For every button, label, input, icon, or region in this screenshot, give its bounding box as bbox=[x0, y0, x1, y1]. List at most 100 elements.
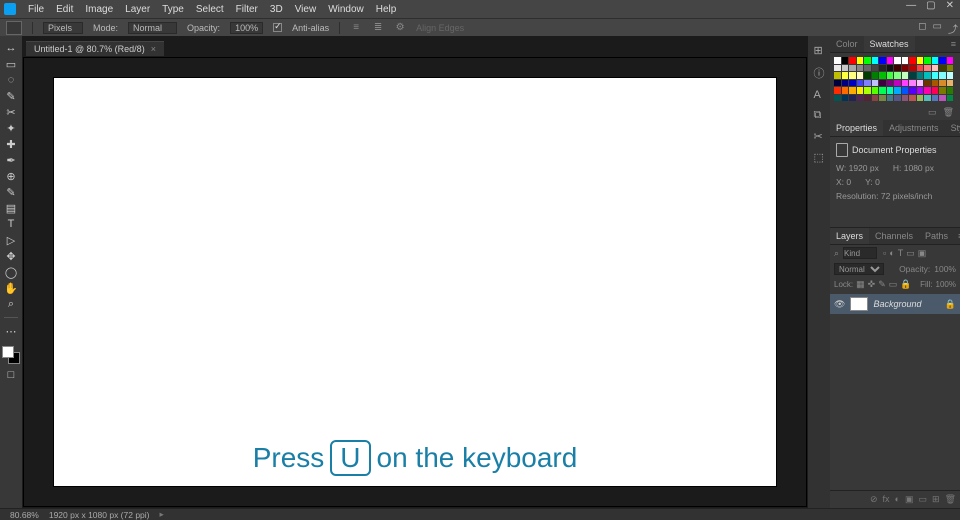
swatch[interactable] bbox=[924, 80, 931, 87]
swatch[interactable] bbox=[947, 80, 954, 87]
swatch[interactable] bbox=[879, 57, 886, 64]
maximize-button[interactable]: ▢ bbox=[926, 0, 935, 11]
swatch[interactable] bbox=[857, 65, 864, 72]
layer-foot-5[interactable]: ⊞ bbox=[932, 494, 940, 505]
swatch[interactable] bbox=[879, 72, 886, 79]
swatch[interactable] bbox=[857, 72, 864, 79]
search-icon[interactable]: ◻ bbox=[918, 21, 926, 36]
panel-icon-1[interactable]: ⓘ bbox=[814, 65, 825, 81]
layer-thumbnail[interactable] bbox=[850, 297, 868, 311]
swatch[interactable] bbox=[887, 65, 894, 72]
swatch[interactable] bbox=[917, 72, 924, 79]
menu-image[interactable]: Image bbox=[79, 4, 119, 15]
antialias-checkbox[interactable] bbox=[273, 23, 282, 32]
canvas[interactable] bbox=[54, 78, 776, 486]
swatch[interactable] bbox=[842, 65, 849, 72]
swatch[interactable] bbox=[842, 87, 849, 94]
swatch[interactable] bbox=[834, 87, 841, 94]
swatch[interactable] bbox=[939, 80, 946, 87]
layer-foot-1[interactable]: fx bbox=[883, 494, 890, 505]
swatch[interactable] bbox=[857, 57, 864, 64]
swatch[interactable] bbox=[834, 80, 841, 87]
swatch[interactable] bbox=[864, 57, 871, 64]
swatch[interactable] bbox=[849, 57, 856, 64]
swatch[interactable] bbox=[947, 95, 954, 102]
close-button[interactable]: ✕ bbox=[946, 0, 954, 11]
swatch[interactable] bbox=[872, 57, 879, 64]
tab-color[interactable]: Color bbox=[830, 36, 864, 52]
filter-smart-icon[interactable]: ▣ bbox=[918, 248, 927, 259]
tab-channels[interactable]: Channels bbox=[869, 228, 919, 244]
swatch[interactable] bbox=[879, 80, 886, 87]
swatch[interactable] bbox=[894, 95, 901, 102]
tool-11[interactable]: T bbox=[3, 216, 19, 232]
panel-icon-3[interactable]: ⧉ bbox=[814, 109, 825, 122]
swatch[interactable] bbox=[864, 80, 871, 87]
swatch[interactable] bbox=[857, 87, 864, 94]
tab-adjustments[interactable]: Adjustments bbox=[883, 120, 945, 136]
foreground-swatch[interactable] bbox=[2, 346, 14, 358]
swatch[interactable] bbox=[834, 95, 841, 102]
menu-window[interactable]: Window bbox=[322, 4, 370, 15]
swatch[interactable] bbox=[947, 65, 954, 72]
tool-12[interactable]: ▷ bbox=[3, 232, 19, 248]
swatch[interactable] bbox=[932, 57, 939, 64]
tool-2[interactable]: ◌ bbox=[3, 72, 19, 88]
swatch[interactable] bbox=[939, 72, 946, 79]
menu-type[interactable]: Type bbox=[156, 4, 190, 15]
lock-pixels-icon[interactable]: ✎ bbox=[878, 279, 886, 290]
minimize-button[interactable]: — bbox=[906, 0, 916, 11]
menu-file[interactable]: File bbox=[22, 4, 50, 15]
swatch[interactable] bbox=[887, 72, 894, 79]
panel-menu-icon[interactable]: ≡ bbox=[947, 36, 960, 52]
layer-fill[interactable]: 100% bbox=[936, 280, 956, 289]
swatch[interactable] bbox=[857, 95, 864, 102]
swatch[interactable] bbox=[917, 65, 924, 72]
swatch[interactable] bbox=[924, 65, 931, 72]
filter-shape-icon[interactable]: ▭ bbox=[906, 248, 915, 259]
swatch[interactable] bbox=[894, 57, 901, 64]
layer-foot-2[interactable]: ◐ bbox=[895, 494, 900, 505]
swatch[interactable] bbox=[924, 87, 931, 94]
more-tools-icon[interactable]: ⋯ bbox=[3, 323, 19, 339]
swatch[interactable] bbox=[932, 65, 939, 72]
opacity-value[interactable]: 100% bbox=[230, 22, 263, 34]
tool-0[interactable]: ↔ bbox=[3, 40, 19, 56]
layer-foot-3[interactable]: ▣ bbox=[905, 494, 914, 505]
align-left-icon[interactable]: ≡ bbox=[350, 22, 362, 34]
align-center-icon[interactable]: ≣ bbox=[372, 22, 384, 34]
color-swatches[interactable] bbox=[2, 346, 20, 364]
swatch[interactable] bbox=[849, 87, 856, 94]
tool-6[interactable]: ✚ bbox=[3, 136, 19, 152]
swatch[interactable] bbox=[932, 87, 939, 94]
swatch[interactable] bbox=[909, 87, 916, 94]
swatch[interactable] bbox=[872, 87, 879, 94]
layer-foot-0[interactable]: ⊘ bbox=[870, 494, 878, 505]
mode-select[interactable]: Normal bbox=[128, 22, 177, 34]
lock-icon[interactable]: 🔒 bbox=[900, 279, 911, 290]
tool-15[interactable]: ✋ bbox=[3, 280, 19, 296]
swatch[interactable] bbox=[917, 80, 924, 87]
swatch[interactable] bbox=[894, 72, 901, 79]
swatch[interactable] bbox=[924, 72, 931, 79]
swatch[interactable] bbox=[902, 57, 909, 64]
document-tab[interactable]: Untitled-1 @ 80.7% (Red/8) × bbox=[26, 41, 164, 56]
swatch[interactable] bbox=[902, 72, 909, 79]
filter-adjust-icon[interactable]: ◐ bbox=[889, 248, 894, 259]
swatch[interactable] bbox=[864, 95, 871, 102]
panel-icon-2[interactable]: A bbox=[814, 89, 825, 101]
swatch[interactable] bbox=[939, 95, 946, 102]
tool-14[interactable]: ◯ bbox=[3, 264, 19, 280]
swatch[interactable] bbox=[939, 57, 946, 64]
swatch[interactable] bbox=[902, 95, 909, 102]
tab-styles[interactable]: Styles bbox=[945, 120, 960, 136]
filter-pixel-icon[interactable]: ▫ bbox=[883, 248, 886, 259]
swatch[interactable] bbox=[887, 95, 894, 102]
swatch[interactable] bbox=[909, 72, 916, 79]
swatch[interactable] bbox=[834, 72, 841, 79]
swatch[interactable] bbox=[947, 72, 954, 79]
tool-5[interactable]: ✦ bbox=[3, 120, 19, 136]
swatch[interactable] bbox=[917, 95, 924, 102]
swatch[interactable] bbox=[939, 65, 946, 72]
layer-lock-icon[interactable]: 🔒 bbox=[945, 299, 956, 310]
